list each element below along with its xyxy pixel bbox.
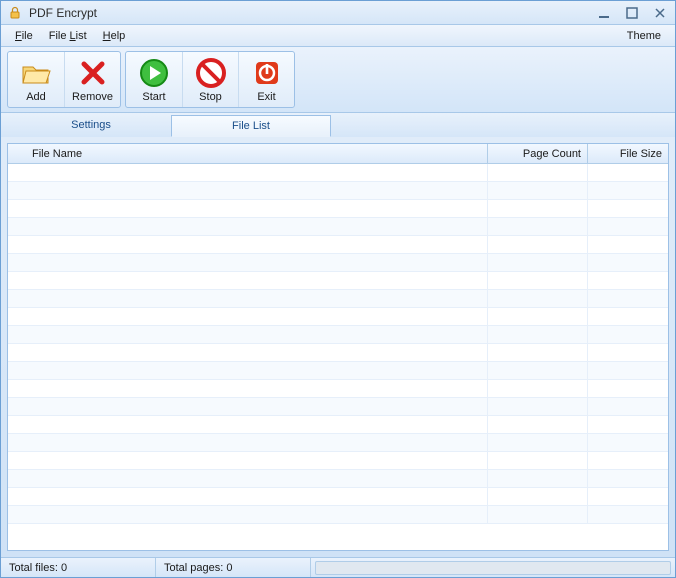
table-row[interactable] <box>8 272 668 290</box>
table-row[interactable] <box>8 200 668 218</box>
status-total-pages: Total pages: 0 <box>156 558 311 577</box>
lock-icon <box>7 5 23 21</box>
table-row[interactable] <box>8 218 668 236</box>
exit-button[interactable]: Exit <box>238 52 294 107</box>
table-body <box>8 164 668 550</box>
add-button[interactable]: Add <box>8 52 64 107</box>
stop-label: Stop <box>199 91 222 103</box>
table-row[interactable] <box>8 182 668 200</box>
stop-button[interactable]: Stop <box>182 52 238 107</box>
no-entry-icon <box>195 57 227 89</box>
remove-button[interactable]: Remove <box>64 52 120 107</box>
folder-open-icon <box>20 57 52 89</box>
table-row[interactable] <box>8 362 668 380</box>
close-button[interactable] <box>651 5 669 21</box>
col-filesize[interactable]: File Size <box>588 144 668 163</box>
minimize-button[interactable] <box>595 5 613 21</box>
table-row[interactable] <box>8 236 668 254</box>
file-table: File Name Page Count File Size <box>7 143 669 551</box>
menu-file[interactable]: File <box>7 28 41 44</box>
start-button[interactable]: Start <box>126 52 182 107</box>
statusbar: Total files: 0 Total pages: 0 <box>1 557 675 577</box>
table-row[interactable] <box>8 380 668 398</box>
table-row[interactable] <box>8 326 668 344</box>
table-row[interactable] <box>8 290 668 308</box>
col-pagecount[interactable]: Page Count <box>488 144 588 163</box>
table-row[interactable] <box>8 506 668 524</box>
toolbar-group-file: Add Remove <box>7 51 121 108</box>
content-area: File Name Page Count File Size <box>1 137 675 557</box>
power-icon <box>251 57 283 89</box>
window-controls <box>595 5 669 21</box>
toolbar: Add Remove Start Stop <box>1 47 675 113</box>
play-icon <box>138 57 170 89</box>
add-label: Add <box>26 91 46 103</box>
tab-settings[interactable]: Settings <box>11 115 171 137</box>
table-row[interactable] <box>8 398 668 416</box>
table-row[interactable] <box>8 434 668 452</box>
col-filename[interactable]: File Name <box>8 144 488 163</box>
table-row[interactable] <box>8 344 668 362</box>
table-row[interactable] <box>8 470 668 488</box>
table-row[interactable] <box>8 164 668 182</box>
table-row[interactable] <box>8 254 668 272</box>
table-row[interactable] <box>8 308 668 326</box>
table-row[interactable] <box>8 452 668 470</box>
toolbar-group-action: Start Stop Exit <box>125 51 295 108</box>
menu-help[interactable]: Help <box>95 28 134 44</box>
tab-filelist[interactable]: File List <box>171 115 331 137</box>
table-header: File Name Page Count File Size <box>8 144 668 164</box>
menu-filelist[interactable]: File List <box>41 28 95 44</box>
tab-bar: Settings File List <box>1 113 675 137</box>
app-window: PDF Encrypt File File List Help Theme Ad… <box>0 0 676 578</box>
table-row[interactable] <box>8 416 668 434</box>
status-total-files: Total files: 0 <box>1 558 156 577</box>
x-icon <box>77 57 109 89</box>
window-title: PDF Encrypt <box>29 6 595 20</box>
table-row[interactable] <box>8 488 668 506</box>
titlebar: PDF Encrypt <box>1 1 675 25</box>
exit-label: Exit <box>257 91 275 103</box>
progress-track <box>315 561 671 575</box>
maximize-button[interactable] <box>623 5 641 21</box>
start-label: Start <box>142 91 165 103</box>
remove-label: Remove <box>72 91 113 103</box>
menu-theme[interactable]: Theme <box>619 28 669 44</box>
menubar: File File List Help Theme <box>1 25 675 47</box>
